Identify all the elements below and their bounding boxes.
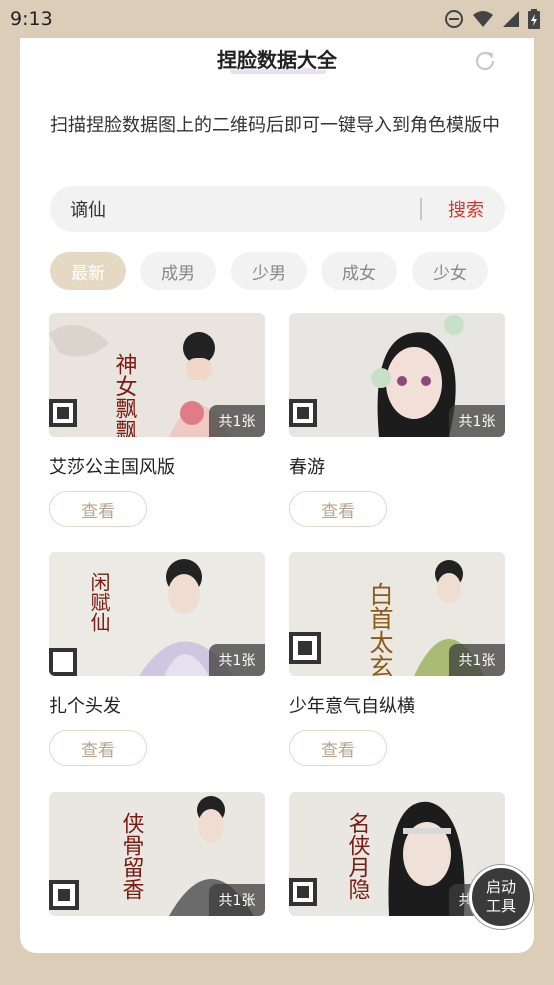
view-button[interactable]: 查看: [49, 730, 147, 766]
view-button[interactable]: 查看: [49, 491, 147, 527]
thumbnail-calligraphy: 名侠月隐: [345, 812, 371, 900]
thumbnail-calligraphy: 神女飘飘: [112, 353, 138, 437]
face-data-thumbnail[interactable]: 侠骨留香 共1张: [49, 792, 265, 916]
search-divider: [420, 198, 422, 220]
page-title: 捏脸数据大全: [217, 48, 337, 72]
launch-tool-button[interactable]: 启动 工具: [469, 865, 533, 929]
view-button[interactable]: 查看: [289, 491, 387, 527]
search-button[interactable]: 搜索: [430, 186, 502, 232]
battery-icon: [528, 9, 540, 29]
category-chip-adult-male[interactable]: 成男: [140, 252, 216, 290]
face-data-title: 少年意气自纵横: [289, 696, 415, 717]
image-count-badge: 共1张: [449, 405, 505, 437]
image-count-badge: 共1张: [449, 644, 505, 676]
signal-icon: [503, 11, 519, 27]
face-data-thumbnail[interactable]: 闲赋仙 共1张: [49, 552, 265, 676]
face-data-thumbnail[interactable]: 共1张: [289, 313, 505, 437]
thumbnail-calligraphy: 侠骨留香: [119, 812, 145, 900]
image-count-badge: 共1张: [209, 405, 265, 437]
fab-label-line1: 启动: [485, 878, 516, 896]
thumbnail-calligraphy: 闲赋仙: [87, 572, 111, 632]
description-text: 扫描捏脸数据图上的二维码后即可一键导入到角色模版中: [50, 115, 500, 136]
refresh-icon[interactable]: [472, 48, 498, 74]
search-input[interactable]: [70, 186, 410, 232]
status-icons: [444, 9, 540, 29]
main-card: 捏脸数据大全 扫描捏脸数据图上的二维码后即可一键导入到角色模版中 搜索 最新 成…: [20, 38, 534, 953]
fab-label-line2: 工具: [485, 897, 516, 915]
face-data-title: 春游: [289, 457, 325, 478]
thumbnail-calligraphy: 白首太玄: [365, 582, 393, 676]
category-chip-young-female[interactable]: 少女: [412, 252, 488, 290]
search-box: 搜索: [50, 186, 505, 232]
do-not-disturb-icon: [445, 10, 463, 28]
image-count-badge: 共1张: [209, 644, 265, 676]
status-bar: 9:13: [0, 0, 554, 38]
face-data-title: 艾莎公主国风版: [49, 457, 175, 478]
category-chip-latest[interactable]: 最新: [50, 252, 126, 290]
image-count-badge: 共1张: [209, 884, 265, 916]
category-chip-adult-female[interactable]: 成女: [321, 252, 397, 290]
status-time: 9:13: [10, 8, 53, 30]
view-button[interactable]: 查看: [289, 730, 387, 766]
face-data-thumbnail[interactable]: 白首太玄 共1张: [289, 552, 505, 676]
category-chip-young-male[interactable]: 少男: [231, 252, 307, 290]
face-data-thumbnail[interactable]: 神女飘飘 共1张: [49, 313, 265, 437]
wifi-icon: [473, 11, 493, 27]
face-data-title: 扎个头发: [49, 696, 121, 717]
